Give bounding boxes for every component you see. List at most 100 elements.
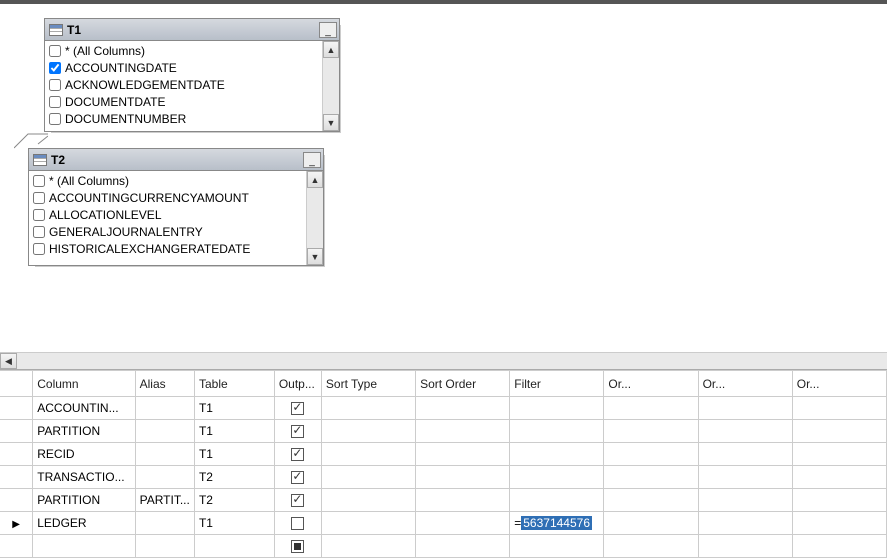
cell-alias[interactable]	[135, 397, 194, 420]
cell-sort-type[interactable]	[321, 466, 415, 489]
cell-or[interactable]	[698, 420, 792, 443]
grid-row[interactable]: TRANSACTIO...T2	[0, 466, 887, 489]
column-checkbox[interactable]	[33, 209, 45, 221]
cell-column[interactable]: PARTITION	[33, 420, 135, 443]
cell-or[interactable]	[604, 397, 698, 420]
cell-filter[interactable]	[510, 466, 604, 489]
cell-sort-order[interactable]	[416, 443, 510, 466]
row-selector[interactable]	[0, 397, 33, 420]
column-checkbox[interactable]	[49, 113, 61, 125]
scroll-down-icon[interactable]: ▼	[323, 114, 339, 131]
column-list-t2[interactable]: * (All Columns) ACCOUNTINGCURRENCYAMOUNT…	[29, 171, 306, 265]
cell-alias[interactable]	[135, 420, 194, 443]
row-selector[interactable]	[0, 420, 33, 443]
cell-or[interactable]	[792, 489, 886, 512]
cell-column[interactable]: LEDGER	[33, 512, 135, 535]
cell-or[interactable]	[698, 443, 792, 466]
cell-alias[interactable]	[135, 466, 194, 489]
cell-output[interactable]	[274, 489, 321, 512]
scroll-left-icon[interactable]: ◀	[0, 353, 17, 369]
row-selector[interactable]: ▶	[0, 512, 33, 535]
cell-empty[interactable]	[604, 535, 698, 558]
header-sort-type[interactable]: Sort Type	[321, 371, 415, 397]
criteria-grid[interactable]: Column Alias Table Outp... Sort Type Sor…	[0, 369, 887, 558]
cell-output[interactable]	[274, 420, 321, 443]
cell-column[interactable]: RECID	[33, 443, 135, 466]
cell-table[interactable]: T1	[194, 420, 274, 443]
cell-or[interactable]	[604, 466, 698, 489]
cell-output[interactable]	[274, 397, 321, 420]
column-item[interactable]: ACCOUNTINGDATE	[47, 59, 320, 76]
column-list-t1[interactable]: * (All Columns) ACCOUNTINGDATE ACKNOWLED…	[45, 41, 322, 131]
column-item[interactable]: DOCUMENTNUMBER	[47, 110, 320, 127]
header-column[interactable]: Column	[33, 371, 135, 397]
cell-sort-order[interactable]	[416, 397, 510, 420]
header-or[interactable]: Or...	[792, 371, 886, 397]
cell-output[interactable]	[274, 535, 321, 558]
scroll-up-icon[interactable]: ▲	[307, 171, 323, 188]
output-checkbox[interactable]	[291, 425, 304, 438]
column-checkbox[interactable]	[49, 79, 61, 91]
cell-sort-type[interactable]	[321, 397, 415, 420]
cell-or[interactable]	[792, 512, 886, 535]
grid-row[interactable]: ACCOUNTIN...T1	[0, 397, 887, 420]
row-selector[interactable]	[0, 489, 33, 512]
row-selector[interactable]	[0, 535, 33, 558]
cell-empty[interactable]	[135, 535, 194, 558]
minimize-button[interactable]: _	[319, 22, 337, 38]
horizontal-scrollbar[interactable]: ◀	[0, 352, 887, 369]
cell-empty[interactable]	[33, 535, 135, 558]
column-item[interactable]: DOCUMENTDATE	[47, 93, 320, 110]
header-table[interactable]: Table	[194, 371, 274, 397]
header-or[interactable]: Or...	[604, 371, 698, 397]
table-header-t1[interactable]: T1 _	[45, 19, 339, 41]
cell-empty[interactable]	[416, 535, 510, 558]
cell-filter[interactable]	[510, 397, 604, 420]
cell-or[interactable]	[792, 397, 886, 420]
grid-row[interactable]: RECID T1	[0, 443, 887, 466]
column-checkbox[interactable]	[49, 62, 61, 74]
output-checkbox[interactable]	[291, 494, 304, 507]
row-selector[interactable]	[0, 466, 33, 489]
vertical-scrollbar[interactable]: ▲ ▼	[322, 41, 339, 131]
cell-or[interactable]	[792, 466, 886, 489]
header-alias[interactable]: Alias	[135, 371, 194, 397]
table-box-t1[interactable]: T1 _ * (All Columns) ACCOUNTINGDATE ACKN…	[44, 18, 340, 132]
cell-filter[interactable]: = 5637144576	[510, 512, 604, 535]
cell-or[interactable]	[604, 420, 698, 443]
column-item[interactable]: * (All Columns)	[31, 172, 304, 189]
column-item[interactable]: ACKNOWLEDGEMENTDATE	[47, 76, 320, 93]
design-diagram-pane[interactable]: T1 _ * (All Columns) ACCOUNTINGDATE ACKN…	[0, 4, 887, 352]
cell-filter[interactable]	[510, 420, 604, 443]
column-checkbox[interactable]	[33, 192, 45, 204]
cell-output[interactable]	[274, 512, 321, 535]
cell-sort-order[interactable]	[416, 420, 510, 443]
header-filter[interactable]: Filter	[510, 371, 604, 397]
header-output[interactable]: Outp...	[274, 371, 321, 397]
cell-output[interactable]	[274, 466, 321, 489]
cell-or[interactable]	[792, 443, 886, 466]
filter-value-selected[interactable]: 5637144576	[521, 516, 592, 530]
output-checkbox[interactable]	[291, 471, 304, 484]
cell-alias[interactable]	[135, 512, 194, 535]
cell-alias[interactable]: PARTIT...	[135, 489, 194, 512]
cell-sort-order[interactable]	[416, 512, 510, 535]
cell-or[interactable]	[792, 420, 886, 443]
table-header-t2[interactable]: T2 _	[29, 149, 323, 171]
cell-sort-order[interactable]	[416, 466, 510, 489]
cell-or[interactable]	[698, 466, 792, 489]
column-checkbox[interactable]	[33, 175, 45, 187]
cell-table[interactable]: T1	[194, 443, 274, 466]
cell-table[interactable]: T2	[194, 489, 274, 512]
header-or[interactable]: Or...	[698, 371, 792, 397]
output-checkbox[interactable]	[291, 402, 304, 415]
cell-table[interactable]: T1	[194, 512, 274, 535]
row-selector[interactable]	[0, 443, 33, 466]
output-checkbox[interactable]	[291, 517, 304, 530]
column-item[interactable]: HISTORICALEXCHANGERATEDATE	[31, 240, 304, 257]
cell-empty[interactable]	[194, 535, 274, 558]
cell-sort-type[interactable]	[321, 420, 415, 443]
scroll-up-icon[interactable]: ▲	[323, 41, 339, 58]
grid-row[interactable]: PARTITIONPARTIT...T2	[0, 489, 887, 512]
cell-filter[interactable]	[510, 489, 604, 512]
